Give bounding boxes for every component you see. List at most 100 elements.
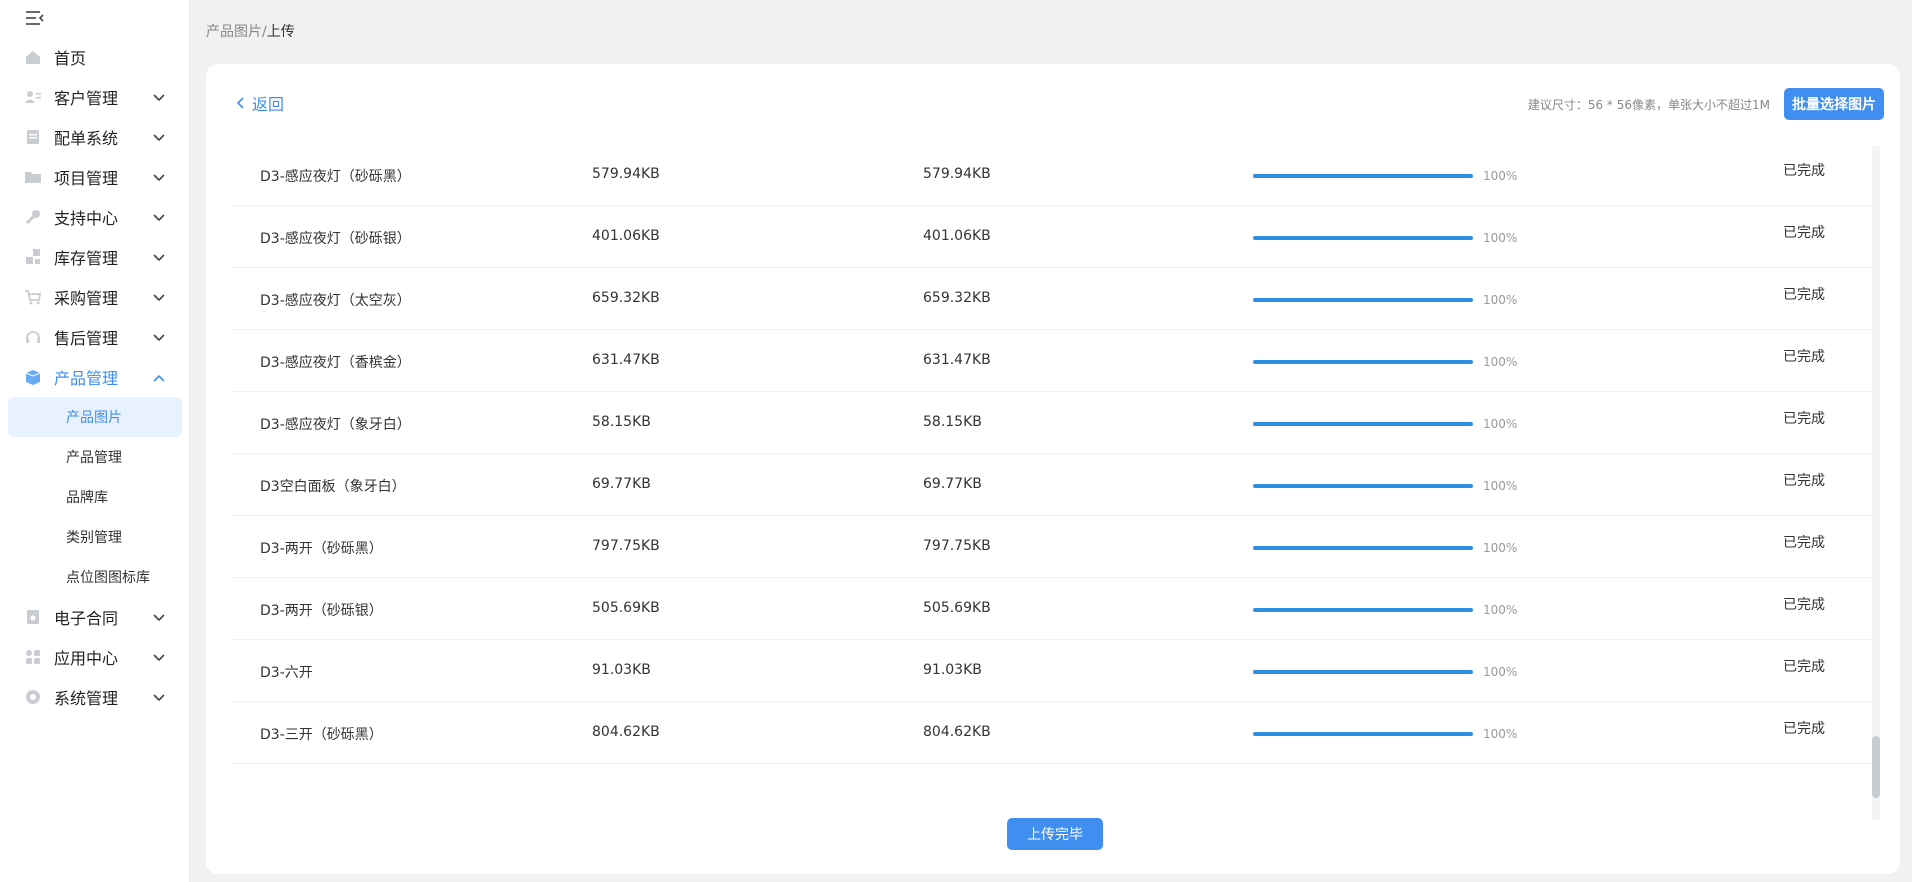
breadcrumb-parent[interactable]: 产品图片 xyxy=(206,24,262,40)
upload-row: D3-两开（砂砾银） 505.69KB 505.69KB 100% 已完成 xyxy=(230,578,1880,640)
upload-row: D3-两开（砂砾黑） 797.75KB 797.75KB 100% 已完成 xyxy=(230,516,1880,578)
submenu-item[interactable]: 类别管理 xyxy=(0,517,190,557)
breadcrumb-current: 上传 xyxy=(266,24,295,40)
chevron-down-icon xyxy=(152,210,166,224)
sidebar-item-label: 售后管理 xyxy=(54,329,119,348)
submenu-item[interactable]: 产品图片 xyxy=(8,397,182,437)
sidebar-item-wrench[interactable]: 支持中心 xyxy=(0,197,190,237)
sidebar-item-label: 配单系统 xyxy=(54,129,119,148)
progress-bar xyxy=(1253,360,1473,364)
cube-icon xyxy=(24,368,42,386)
upload-row: D3-六开 91.03KB 91.03KB 100% 已完成 xyxy=(230,640,1880,702)
folder-icon xyxy=(24,168,42,186)
sidebar-item-settings[interactable]: 系统管理 xyxy=(0,677,190,717)
progress-percent: 100% xyxy=(1483,603,1518,617)
sidebar-item-cube[interactable]: 产品管理 xyxy=(0,357,190,397)
uploaded-size: 505.69KB xyxy=(923,600,991,616)
progress-bar xyxy=(1253,236,1473,240)
status-text: 已完成 xyxy=(1783,473,1825,489)
progress-bar xyxy=(1253,732,1473,736)
chevron-down-icon xyxy=(152,610,166,624)
file-size: 505.69KB xyxy=(592,600,660,616)
sidebar-item-folder[interactable]: 项目管理 xyxy=(0,157,190,197)
sidebar-item-headset[interactable]: 售后管理 xyxy=(0,317,190,357)
progress-fill xyxy=(1253,670,1473,674)
sidebar-menu: 首页 客户管理 配单系统 项目管理 支持中心 库存管理 采购管理 售后管理 产品管理 产品图片 产品… xyxy=(0,37,190,717)
progress-fill xyxy=(1253,484,1473,488)
submenu-item[interactable]: 品牌库 xyxy=(0,477,190,517)
submenu-item[interactable]: 点位图图标库 xyxy=(0,557,190,597)
sidebar-item-document[interactable]: 配单系统 xyxy=(0,117,190,157)
sidebar-item-boxes[interactable]: 库存管理 xyxy=(0,237,190,277)
sidebar-item-label: 采购管理 xyxy=(54,289,119,308)
progress-percent: 100% xyxy=(1483,479,1518,493)
file-name: D3-三开（砂砾黑） xyxy=(260,727,383,743)
uploaded-size: 659.32KB xyxy=(923,290,991,306)
submenu-item[interactable]: 产品管理 xyxy=(0,437,190,477)
upload-done-button[interactable]: 上传完毕 xyxy=(1007,818,1103,850)
status-text: 已完成 xyxy=(1783,721,1825,737)
file-name: D3-感应夜灯（象牙白） xyxy=(260,417,411,433)
file-size: 804.62KB xyxy=(592,724,660,740)
progress-percent: 100% xyxy=(1483,727,1518,741)
scrollbar-thumb[interactable] xyxy=(1872,736,1880,798)
file-size: 579.94KB xyxy=(592,166,660,182)
sidebar-item-contract[interactable]: 电子合同 xyxy=(0,597,190,637)
back-label: 返回 xyxy=(252,95,285,114)
progress-percent: 100% xyxy=(1483,665,1518,679)
sidebar-item-label: 应用中心 xyxy=(54,649,119,668)
progress-percent: 100% xyxy=(1483,169,1518,183)
menu-collapse-icon[interactable] xyxy=(24,8,46,28)
sidebar-item-label: 产品管理 xyxy=(54,369,119,388)
headset-icon xyxy=(24,328,42,346)
progress-bar xyxy=(1253,422,1473,426)
home-icon xyxy=(24,48,42,66)
file-name: D3-两开（砂砾黑） xyxy=(260,541,383,557)
file-name: D3空白面板（象牙白） xyxy=(260,479,406,495)
sidebar-item-home[interactable]: 首页 xyxy=(0,37,190,77)
upload-row: D3空白面板（象牙白） 69.77KB 69.77KB 100% 已完成 xyxy=(230,454,1880,516)
wrench-icon xyxy=(24,208,42,226)
scrollbar[interactable] xyxy=(1872,146,1880,820)
file-name: D3-六开 xyxy=(260,665,313,681)
progress-fill xyxy=(1253,608,1473,612)
uploaded-size: 401.06KB xyxy=(923,228,991,244)
sidebar-item-user-card[interactable]: 客户管理 xyxy=(0,77,190,117)
status-text: 已完成 xyxy=(1783,287,1825,303)
chevron-down-icon xyxy=(152,290,166,304)
status-text: 已完成 xyxy=(1783,225,1825,241)
sidebar-item-label: 首页 xyxy=(54,49,87,68)
file-size: 797.75KB xyxy=(592,538,660,554)
chevron-left-icon xyxy=(236,97,244,109)
sidebar: 首页 客户管理 配单系统 项目管理 支持中心 库存管理 采购管理 售后管理 产品管理 产品图片 产品… xyxy=(0,0,190,882)
apps-icon xyxy=(24,648,42,666)
batch-select-button[interactable]: 批量选择图片 xyxy=(1784,88,1884,120)
sidebar-item-cart[interactable]: 采购管理 xyxy=(0,277,190,317)
status-text: 已完成 xyxy=(1783,163,1825,179)
status-text: 已完成 xyxy=(1783,597,1825,613)
file-name: D3-两开（砂砾银） xyxy=(260,603,383,619)
sidebar-item-label: 系统管理 xyxy=(54,689,119,708)
back-button[interactable]: 返回 xyxy=(236,91,284,115)
chevron-down-icon xyxy=(152,90,166,104)
file-name: D3-感应夜灯（太空灰） xyxy=(260,293,411,309)
uploaded-size: 69.77KB xyxy=(923,476,982,492)
file-size: 401.06KB xyxy=(592,228,660,244)
sidebar-item-apps[interactable]: 应用中心 xyxy=(0,637,190,677)
status-text: 已完成 xyxy=(1783,659,1825,675)
progress-percent: 100% xyxy=(1483,541,1518,555)
upload-row: D3-感应夜灯（太空灰） 659.32KB 659.32KB 100% 已完成 xyxy=(230,268,1880,330)
uploaded-size: 91.03KB xyxy=(923,662,982,678)
sidebar-item-label: 支持中心 xyxy=(54,209,119,228)
upload-card: 返回 建议尺寸：56 * 56像素，单张大小不超过1M 批量选择图片 D3-感应… xyxy=(206,64,1900,874)
progress-bar xyxy=(1253,608,1473,612)
chevron-down-icon xyxy=(152,250,166,264)
chevron-down-icon xyxy=(152,130,166,144)
contract-icon xyxy=(24,608,42,626)
file-size: 91.03KB xyxy=(592,662,651,678)
upload-row: D3-感应夜灯（砂砾银） 401.06KB 401.06KB 100% 已完成 xyxy=(230,206,1880,268)
user-card-icon xyxy=(24,88,42,106)
upload-row: D3-感应夜灯（砂砾黑） 579.94KB 579.94KB 100% 已完成 xyxy=(230,144,1880,206)
sidebar-item-label: 库存管理 xyxy=(54,249,119,268)
uploaded-size: 58.15KB xyxy=(923,414,982,430)
